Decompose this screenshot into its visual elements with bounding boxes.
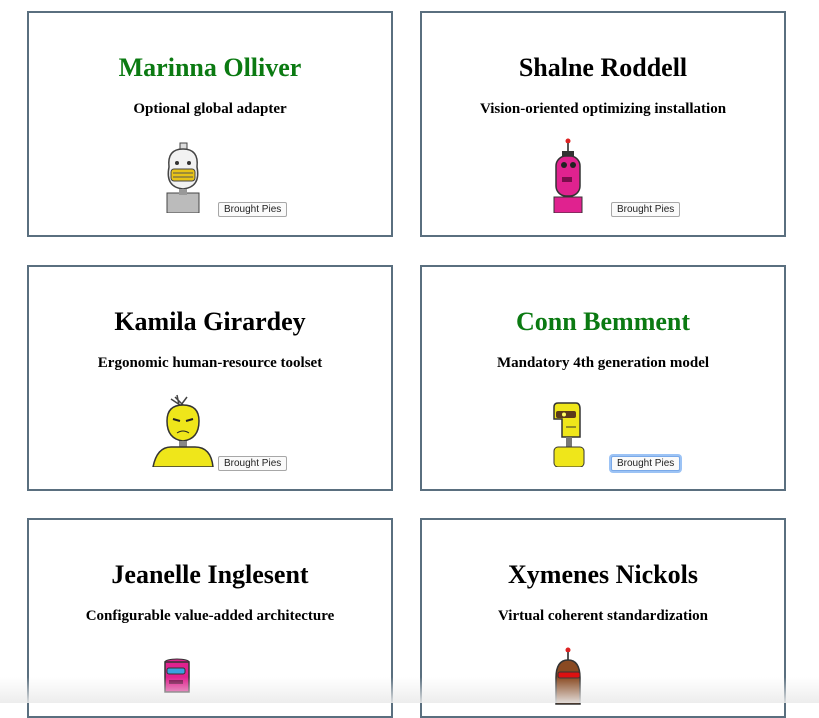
card-name: Marinna Olliver (118, 53, 302, 82)
brought-pies-button[interactable]: Brought Pies (611, 202, 681, 217)
profile-card: Xymenes Nickols Virtual coherent standar… (420, 518, 786, 718)
profile-card: Jeanelle Inglesent Configurable value-ad… (27, 518, 393, 718)
brought-pies-button[interactable]: Brought Pies (611, 456, 681, 471)
profile-card: Kamila Girardey Ergonomic human-resource… (27, 265, 393, 491)
robot-avatar-icon (553, 402, 585, 467)
robot-avatar-icon (164, 658, 190, 693)
card-name: Jeanelle Inglesent (111, 560, 309, 589)
robot-avatar-icon (553, 138, 583, 213)
card-tagline: Vision-oriented optimizing installation (479, 101, 727, 117)
card-name: Shalne Roddell (518, 53, 688, 82)
card-name: Kamila Girardey (114, 307, 306, 336)
card-name: Xymenes Nickols (508, 560, 698, 589)
card-tagline: Configurable value-added architecture (85, 608, 335, 624)
brought-pies-button[interactable]: Brought Pies (218, 456, 288, 471)
robot-avatar-icon (555, 647, 581, 705)
profile-card: Conn Bemment Mandatory 4th generation mo… (420, 265, 786, 491)
card-name: Conn Bemment (515, 307, 691, 336)
card-tagline: Optional global adapter (133, 101, 287, 117)
card-tagline: Virtual coherent standardization (498, 608, 708, 624)
robot-avatar-icon (152, 394, 214, 467)
profile-card: Shalne Roddell Vision-oriented optimizin… (420, 11, 786, 237)
card-tagline: Mandatory 4th generation model (496, 355, 710, 371)
robot-avatar-icon (166, 142, 200, 213)
profile-card: Marinna Olliver Optional global adapter … (27, 11, 393, 237)
card-tagline: Ergonomic human-resource toolset (97, 355, 323, 371)
brought-pies-button[interactable]: Brought Pies (218, 202, 288, 217)
